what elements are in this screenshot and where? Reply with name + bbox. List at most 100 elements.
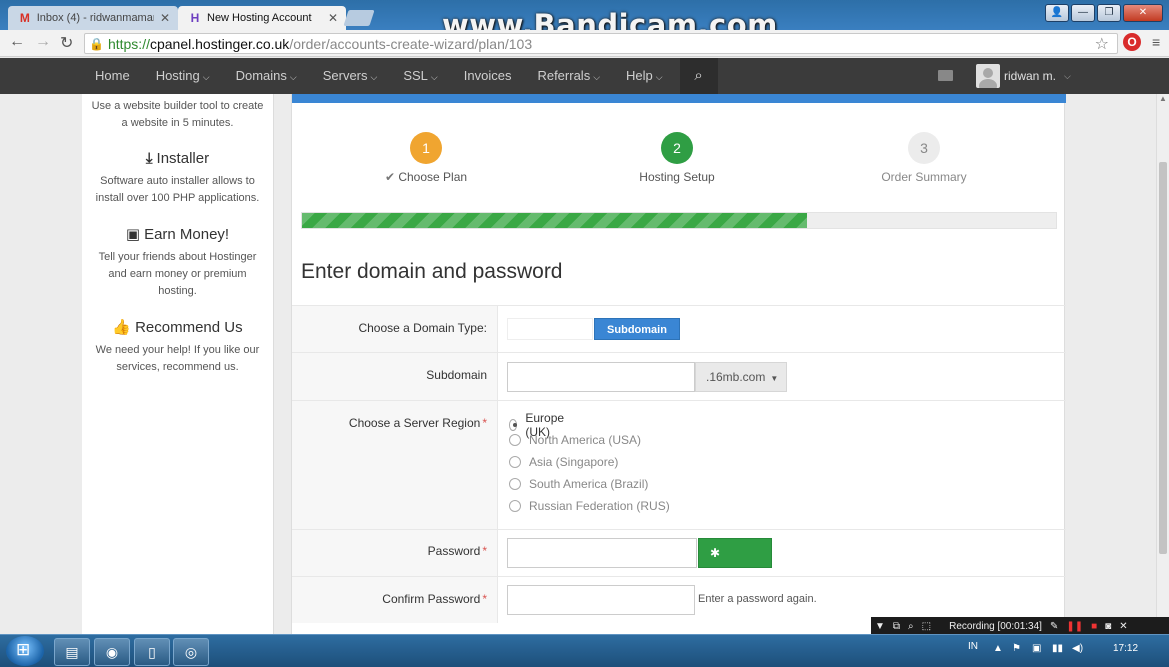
thumbs-up-icon: 👍	[112, 319, 132, 336]
confirm-password-row: Confirm Password * Enter a password again…	[292, 576, 1066, 623]
close-icon[interactable]: ✕	[322, 11, 338, 25]
recommend-description: We need your help! If you like our servi…	[95, 344, 260, 373]
nav-help[interactable]: Help ⌵	[613, 58, 676, 94]
close-icon[interactable]: ✕	[154, 11, 170, 25]
nav-ssl[interactable]: SSL ⌵	[390, 58, 450, 94]
extension-icon[interactable]: O	[1123, 33, 1141, 51]
required-asterisk: *	[482, 544, 487, 558]
url-field[interactable]: 🔒 https:// cpanel.hostinger.co.uk /order…	[84, 33, 1118, 54]
network-icon[interactable]: ▮▮	[1052, 643, 1063, 654]
earn-title: ▣ Earn Money!	[82, 225, 273, 243]
menu-icon[interactable]: ≡	[1152, 34, 1160, 50]
password-input[interactable]	[507, 538, 697, 568]
server-region-row: Choose a Server Region * Europe (UK) Nort…	[292, 400, 1066, 529]
user-menu[interactable]: ridwan m. ⌵	[976, 64, 1071, 88]
installer-title: ⤓ Installer	[82, 150, 273, 167]
scroll-up-icon[interactable]: ▲	[1159, 94, 1167, 103]
bookmark-star-icon[interactable]: ☆	[1095, 34, 1109, 54]
step-choose-plan[interactable]: 1 ✔ Choose Plan	[336, 132, 516, 184]
radio-button[interactable]	[509, 456, 521, 468]
tab-gmail[interactable]: M Inbox (4) - ridwanmaman5 ✕	[8, 6, 178, 30]
nav-servers[interactable]: Servers ⌵	[310, 58, 391, 94]
region-option-usa[interactable]: North America (USA)	[509, 433, 641, 447]
earn-description: Tell your friends about Hostinger and ea…	[98, 251, 257, 297]
lock-icon: 🔒	[89, 36, 104, 51]
radio-button[interactable]	[509, 419, 518, 431]
subdomain-suffix-select[interactable]: .16mb.com ▼	[695, 362, 787, 392]
start-button[interactable]	[6, 636, 44, 666]
chevron-down-icon: ⌵	[593, 72, 601, 82]
region-option-singapore[interactable]: Asia (Singapore)	[509, 455, 618, 469]
wizard-progress-bar	[301, 212, 1057, 229]
clock[interactable]: 17:12	[1113, 643, 1138, 654]
check-icon: ✔	[384, 170, 399, 184]
new-tab-button[interactable]	[343, 10, 375, 26]
mail-icon[interactable]	[938, 70, 953, 81]
close-icon[interactable]: ✕	[1119, 621, 1127, 632]
nav-home[interactable]: Home	[82, 58, 143, 94]
installer-description: Software auto installer allows to instal…	[95, 175, 260, 204]
dropdown-icon[interactable]: ▼	[875, 621, 885, 632]
radio-button[interactable]	[509, 500, 521, 512]
subdomain-input[interactable]	[507, 362, 695, 392]
region-icon[interactable]: ⬚	[922, 621, 931, 632]
reload-icon[interactable]: ↻	[60, 33, 73, 53]
download-icon: ⤓	[145, 150, 153, 167]
confirm-password-input[interactable]	[507, 585, 695, 615]
step-number: 3	[908, 132, 940, 164]
nav-hosting[interactable]: Hosting ⌵	[143, 58, 223, 94]
radio-button[interactable]	[509, 434, 521, 446]
minimize-button[interactable]: —	[1071, 4, 1095, 22]
restore-button[interactable]: ❐	[1097, 4, 1121, 22]
region-label: South America (Brazil)	[529, 477, 649, 491]
step-label: Order Summary	[881, 170, 967, 184]
nav-invoices[interactable]: Invoices	[451, 58, 525, 94]
language-indicator[interactable]: IN	[968, 641, 978, 652]
server-region-label: Choose a Server Region *	[292, 401, 498, 529]
zoom-icon[interactable]: ⌕	[908, 621, 914, 632]
address-bar: ← → ↻ 🔒 https:// cpanel.hostinger.co.uk …	[0, 30, 1169, 57]
tab-label: New Hosting Account	[207, 12, 312, 24]
url-scheme: https://	[107, 35, 150, 52]
tab-hostinger[interactable]: H New Hosting Account ✕	[178, 6, 346, 30]
domain-type-other-button[interactable]	[507, 318, 593, 340]
nav-domains[interactable]: Domains ⌵	[223, 58, 310, 94]
stop-icon[interactable]: ■	[1091, 621, 1097, 632]
gmail-icon: M	[19, 11, 30, 25]
user-icon[interactable]: 👤	[1045, 4, 1069, 22]
pause-icon[interactable]: ❚❚	[1066, 621, 1083, 632]
media-player-icon[interactable]: ◉	[94, 638, 130, 666]
scrollbar-thumb[interactable]	[1159, 162, 1167, 554]
action-center-icon[interactable]: ⚑	[1012, 643, 1021, 654]
device-icon[interactable]: ▣	[1032, 643, 1041, 654]
tab-label: Inbox (4) - ridwanmaman5	[36, 12, 154, 24]
subdomain-button[interactable]: Subdomain	[594, 318, 680, 340]
volume-icon[interactable]: ◀)	[1072, 643, 1083, 654]
chevron-down-icon: ⌵	[370, 72, 378, 82]
tray-expand-icon[interactable]: ▲	[993, 643, 1003, 654]
pencil-icon[interactable]: ✎	[1050, 621, 1058, 632]
server-region-label-text: Choose a Server Region	[348, 416, 481, 430]
camera-icon[interactable]: ◙	[1105, 621, 1111, 632]
page-scrollbar[interactable]: ▲	[1156, 94, 1169, 634]
step-label: Choose Plan	[398, 170, 468, 184]
chrome-icon[interactable]: ◎	[173, 638, 209, 666]
generate-button[interactable]: ✱ Generate	[698, 538, 773, 588]
forward-arrow-icon[interactable]: →	[35, 33, 51, 51]
notepad-icon[interactable]: ▯	[134, 638, 170, 666]
back-arrow-icon[interactable]: ←	[9, 33, 25, 51]
region-label: North America (USA)	[529, 433, 642, 447]
explorer-icon[interactable]: ▤	[54, 638, 90, 666]
close-window-button[interactable]: ✕	[1123, 4, 1163, 22]
region-option-rus[interactable]: Russian Federation (RUS)	[509, 499, 670, 513]
gear-icon: ✱	[710, 546, 721, 560]
windows-taskbar: ▤ ◉ ▯ ◎ IN ▲ ⚑ ▣ ▮▮ ◀) 17:12	[0, 634, 1169, 667]
nav-referrals[interactable]: Referrals ⌵	[524, 58, 613, 94]
domain-password-form: Choose a Domain Type: Subdomain Subdomai…	[292, 305, 1066, 623]
window-icon[interactable]: ⧉	[893, 621, 900, 632]
radio-button[interactable]	[509, 478, 521, 490]
wizard-steps: 1 ✔ Choose Plan 2 Hosting Setup 3 Order …	[292, 132, 1066, 192]
region-option-brazil[interactable]: South America (Brazil)	[509, 477, 648, 491]
search-icon[interactable]: ⌕	[679, 58, 718, 94]
installer-title-text: Installer	[156, 150, 210, 167]
